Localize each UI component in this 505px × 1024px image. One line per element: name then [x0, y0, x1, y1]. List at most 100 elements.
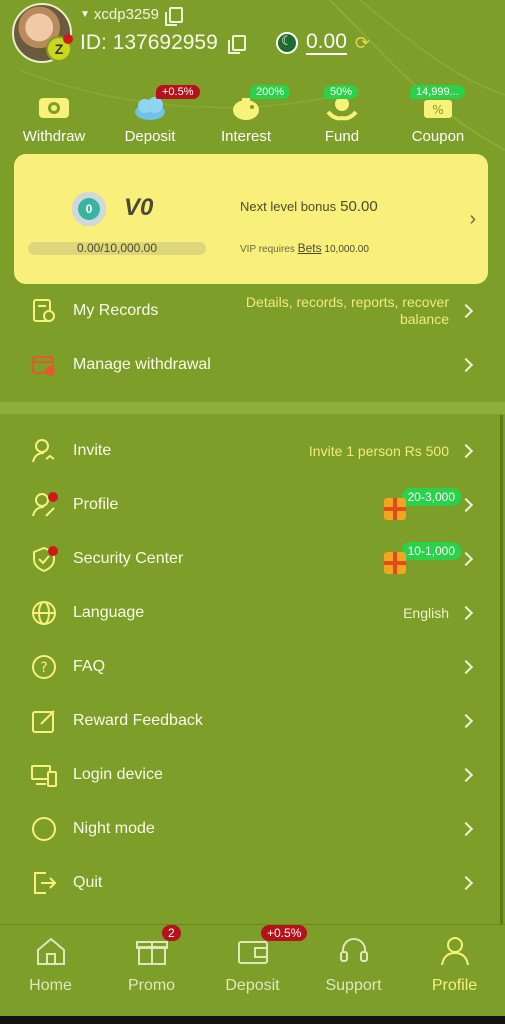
chevron-right-icon	[458, 767, 474, 783]
quick-withdraw[interactable]: Withdraw	[6, 88, 102, 150]
gift-icon	[383, 498, 406, 520]
chevron-right-icon	[458, 605, 474, 621]
avatar-badge-letter: Z	[54, 41, 64, 57]
row-my-records-detail: Details, records, reports, recover balanc…	[246, 294, 449, 328]
row-reward-feedback[interactable]: Reward Feedback	[0, 694, 505, 748]
nav-promo[interactable]: 2 Promo	[101, 925, 202, 1014]
logout-icon	[34, 872, 57, 894]
quick-fund[interactable]: 50% Fund	[294, 85, 390, 150]
chevron-right-icon	[458, 303, 474, 319]
copy-id-icon[interactable]	[227, 35, 246, 54]
records-detail-line2: balance	[399, 311, 449, 327]
row-manage-withdrawal-label: Manage withdrawal	[73, 356, 211, 373]
quick-coupon[interactable]: % 14,999... Coupon	[390, 85, 486, 150]
bottom-nav: Home 2 Promo +0.5% Deposit Support Profi…	[0, 924, 505, 1014]
quick-interest-label: Interest	[220, 128, 272, 145]
user-id: ID: 137692959	[80, 31, 218, 54]
quick-deposit[interactable]: +0.5% Deposit	[102, 85, 200, 150]
vip-requirement: VIP requires Bets 10,000.00	[240, 241, 369, 255]
vip-progress-text: 0.00/10,000.00	[76, 241, 158, 255]
gift-icon	[383, 552, 406, 574]
notification-dot	[63, 34, 73, 44]
profile-screen: Z ▼ xcdp3259 ID: 137692959 0.00 ⟳ Withdr…	[0, 0, 505, 1024]
vip-next-label: Next level bonus	[240, 199, 337, 214]
security-reward: 10-1,000	[383, 542, 461, 574]
nav-support-label: Support	[325, 977, 382, 994]
row-language[interactable]: Language English	[0, 586, 505, 640]
row-quit-label: Quit	[73, 874, 103, 891]
row-night-mode-label: Night mode	[73, 820, 155, 837]
withdraw-icon	[39, 98, 69, 118]
row-language-value: English	[403, 604, 449, 621]
coupon-badge: 14,999...	[410, 85, 465, 99]
vip-level: V0	[124, 194, 154, 221]
invite-user-icon	[32, 439, 55, 463]
refresh-icon[interactable]: ⟳	[355, 33, 370, 54]
pakistan-flag-icon	[276, 32, 298, 54]
quick-actions: Withdraw +0.5% Deposit 200% Interest 50%…	[0, 85, 505, 150]
row-reward-feedback-label: Reward Feedback	[73, 712, 203, 729]
chevron-right-icon	[458, 551, 474, 567]
deposit-nav-badge: +0.5%	[261, 925, 308, 941]
row-security-center[interactable]: Security Center 10-1,000	[0, 532, 505, 586]
row-login-device[interactable]: Login device	[0, 748, 505, 802]
nav-profile-label: Profile	[431, 977, 478, 994]
copy-username-icon[interactable]	[164, 6, 183, 26]
nav-home[interactable]: Home	[0, 925, 101, 1014]
nav-home-label: Home	[29, 977, 72, 994]
quick-withdraw-label: Withdraw	[22, 128, 86, 145]
edit-feedback-icon	[32, 710, 55, 733]
fund-badge: 50%	[324, 85, 359, 99]
row-faq[interactable]: ? FAQ	[0, 640, 505, 694]
nav-deposit[interactable]: +0.5% Deposit	[202, 925, 308, 1014]
vip-req-label: VIP requires	[240, 244, 295, 255]
globe-icon	[32, 601, 56, 625]
gift-box-icon	[135, 941, 168, 965]
headset-icon	[339, 938, 368, 962]
records-detail-line1: Details, records, reports, recover	[245, 294, 449, 310]
row-invite[interactable]: Invite Invite 1 person Rs 500	[0, 424, 505, 478]
vip-next-amount: 50.00	[340, 198, 378, 215]
caret-down-icon[interactable]: ▼	[80, 9, 90, 20]
profile-header: Z ▼ xcdp3259 ID: 137692959 0.00 ⟳	[0, 0, 505, 80]
profile-alert-dot	[48, 492, 58, 502]
nav-deposit-label: Deposit	[225, 977, 280, 994]
row-profile[interactable]: Profile 20-3,000	[0, 478, 505, 532]
nav-profile[interactable]: Profile	[404, 925, 505, 1014]
chevron-right-icon	[458, 821, 474, 837]
row-my-records-label: My Records	[73, 302, 159, 319]
user-id-row: ID: 137692959	[80, 31, 246, 55]
vip-chevron-right-icon: ›	[469, 208, 476, 230]
svg-text:?: ?	[40, 660, 47, 676]
chevron-right-icon	[458, 443, 474, 459]
vip-card[interactable]: 0 V0 0.00/10,000.00 Next level bonus 50.0…	[14, 154, 488, 284]
row-manage-withdrawal[interactable]: Manage withdrawal	[0, 338, 505, 392]
row-invite-detail: Invite 1 person Rs 500	[308, 442, 449, 459]
records-icon	[33, 299, 55, 322]
chevron-right-icon	[458, 659, 474, 675]
row-faq-label: FAQ	[73, 658, 106, 675]
deposit-badge: +0.5%	[156, 85, 200, 99]
row-my-records[interactable]: My Records Details, records, reports, re…	[0, 284, 505, 338]
devices-icon	[31, 765, 57, 787]
question-icon: ?	[32, 655, 56, 679]
promo-count-badge: 2	[162, 925, 181, 941]
quick-coupon-label: Coupon	[411, 128, 465, 145]
profile-reward-badge: 20-3,000	[401, 488, 461, 506]
vip-req-bets-link[interactable]: Bets	[298, 241, 322, 255]
vip-req-amount: 10,000.00	[324, 244, 369, 255]
quick-interest[interactable]: 200% Interest	[198, 85, 294, 150]
row-quit[interactable]: Quit	[0, 856, 505, 910]
home-icon	[36, 937, 65, 965]
row-night-mode[interactable]: Night mode	[0, 802, 505, 856]
system-nav-bar	[0, 1016, 505, 1024]
security-reward-badge: 10-1,000	[401, 542, 461, 560]
moon-icon	[32, 817, 56, 841]
chevron-right-icon	[458, 497, 474, 513]
balance-amount[interactable]: 0.00	[306, 31, 347, 55]
quick-fund-label: Fund	[324, 128, 360, 145]
username: xcdp3259	[93, 6, 159, 23]
row-invite-label: Invite	[73, 442, 112, 459]
profile-reward: 20-3,000	[383, 488, 461, 520]
nav-support[interactable]: Support	[303, 925, 404, 1014]
